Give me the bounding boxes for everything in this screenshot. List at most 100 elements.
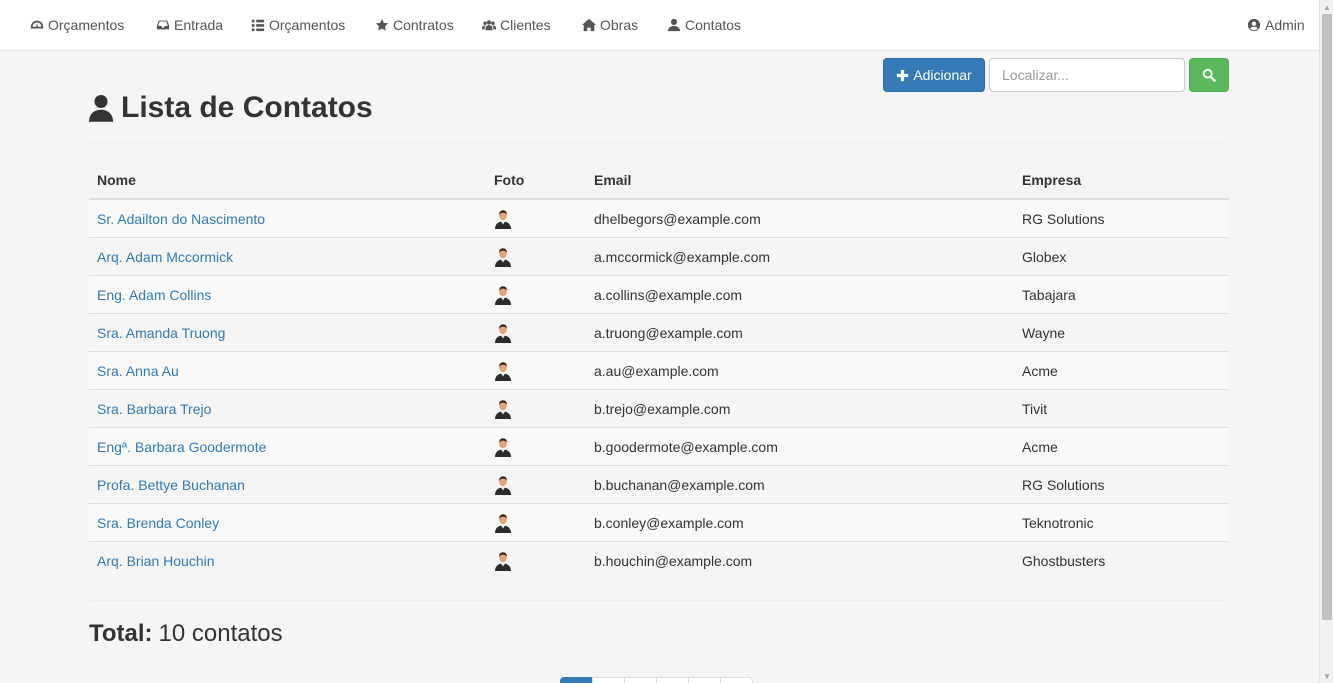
table-row: Engª. Barbara Goodermote b.goodermote@exa… [89,428,1229,466]
nav-user-admin[interactable]: Admin [1247,0,1305,50]
contact-photo [494,314,512,351]
nav-item-label: Clientes [500,17,551,33]
add-button-label: Adicionar [913,67,972,83]
page-scrollbar[interactable]: ▲ ▼ [1319,0,1333,683]
nav-item-orcamentos-dashboard[interactable]: Orçamentos [30,0,124,50]
table-row: Sra. Anna Au a.au@example.com Acme [89,352,1229,390]
contact-empresa: Globex [1022,248,1067,265]
contact-name-link[interactable]: Engª. Barbara Goodermote [97,439,266,455]
scrollbar-thumb[interactable] [1322,14,1332,620]
header-empresa[interactable]: Empresa [1022,162,1081,198]
nav-item-obras[interactable]: Obras [582,0,638,50]
table-body: Sr. Adailton do Nascimento dhelbegors@exa… [89,200,1229,580]
contact-photo [494,200,512,237]
contact-empresa: Acme [1022,362,1058,379]
user-icon [667,18,681,32]
pagination-page[interactable] [624,677,657,683]
total-count: Total: 10 contatos [89,618,283,650]
contact-empresa: Ghostbusters [1022,553,1106,569]
nav-item-label: Contatos [685,17,742,33]
table-row: Arq. Adam Mccormick a.mccormick@example.c… [89,238,1229,276]
table-header: Nome Foto Email Empresa [89,162,1229,200]
contact-name-link[interactable]: Sra. Anna Au [97,363,179,379]
contact-photo [494,352,512,389]
avatar-icon [495,323,511,343]
table-row: Sra. Amanda Truong a.truong@example.com Wa… [89,314,1229,352]
pagination [560,677,753,683]
header-email[interactable]: Email [594,162,631,198]
avatar-icon [495,475,511,495]
contact-email: b.goodermote@example.com [594,438,778,455]
contact-photo [494,466,512,503]
contact-name-link[interactable]: Sra. Brenda Conley [97,515,219,531]
contact-empresa: Tivit [1022,400,1048,417]
nav-item-entrada[interactable]: Entrada [156,0,223,50]
dashboard-icon [30,20,44,29]
plus-icon [897,69,909,81]
contact-email: b.buchanan@example.com [594,476,765,493]
contact-empresa: Wayne [1022,324,1066,341]
contact-name-link[interactable]: Arq. Brian Houchin [97,553,215,569]
contact-name-link[interactable]: Eng. Adam Collins [97,287,211,303]
contact-email: b.houchin@example.com [594,553,753,569]
total-label: Total: [89,620,153,647]
contact-empresa: Tabajara [1022,286,1076,303]
table-row: Eng. Adam Collins a.collins@example.com Ta… [89,276,1229,314]
nav-item-clientes[interactable]: Clientes [482,0,551,50]
pagination-page[interactable] [656,677,689,683]
avatar-icon [495,209,511,229]
add-contact-button[interactable]: Adicionar [883,58,985,92]
nav-item-label: Orçamentos [269,17,346,33]
users-icon [482,20,496,31]
contact-photo [494,238,512,275]
inbox-icon [156,20,170,30]
user-circle-icon [1247,18,1261,32]
nav-item-contratos[interactable]: Contratos [375,0,454,50]
nav-user-label: Admin [1265,17,1305,33]
contact-photo [494,428,512,465]
contact-empresa: RG Solutions [1022,210,1105,227]
star-icon [375,18,389,31]
total-value: 10 contatos [158,620,283,647]
contact-photo [494,276,512,313]
table-bottom-divider [89,600,1229,601]
page-title: Lista de Contatos [89,88,373,128]
contact-empresa: RG Solutions [1022,476,1105,493]
contact-name-link[interactable]: Sr. Adailton do Nascimento [97,211,265,227]
avatar-icon [495,552,511,571]
avatar-icon [495,285,511,305]
nav-item-label: Orçamentos [48,17,125,33]
list-icon [251,19,265,32]
contact-email: a.mccormick@example.com [594,248,771,265]
pagination-page[interactable] [720,677,753,683]
contacts-table: Nome Foto Email Empresa Sr. Adailton do … [89,162,1229,580]
nav-item-label: Obras [600,17,639,33]
nav-item-label: Contratos [393,17,454,33]
contact-name-link[interactable]: Arq. Adam Mccormick [97,249,233,265]
nav-item-contatos[interactable]: Contatos [667,0,741,50]
contact-name-link[interactable]: Sra. Amanda Truong [97,325,225,341]
header-nome[interactable]: Nome [97,162,136,198]
contact-photo [494,390,512,427]
contact-email: b.trejo@example.com [594,400,731,417]
scroll-up-arrow[interactable]: ▲ [1320,0,1333,14]
avatar-icon [495,437,511,457]
contact-empresa: Acme [1022,438,1058,455]
nav-item-label: Entrada [174,17,224,33]
pagination-page[interactable] [592,677,625,683]
search-input[interactable] [989,58,1185,92]
search-icon [1202,68,1216,82]
top-navbar: Orçamentos Entrada Orçamentos Contratos … [0,0,1319,51]
avatar-icon [495,361,511,381]
table-row: Sra. Barbara Trejo b.trejo@example.com Tiv… [89,390,1229,428]
table-row: Profa. Bettye Buchanan b.buchanan@example… [89,466,1229,504]
nav-item-orcamentos-list[interactable]: Orçamentos [251,0,345,50]
contact-name-link[interactable]: Sra. Barbara Trejo [97,401,211,417]
search-button[interactable] [1189,58,1229,92]
contact-email: a.truong@example.com [594,324,743,341]
scroll-down-arrow[interactable]: ▼ [1320,669,1333,683]
contact-name-link[interactable]: Profa. Bettye Buchanan [97,477,245,493]
pagination-page[interactable] [560,677,593,683]
pagination-page[interactable] [688,677,721,683]
contact-email: b.conley@example.com [594,514,744,531]
